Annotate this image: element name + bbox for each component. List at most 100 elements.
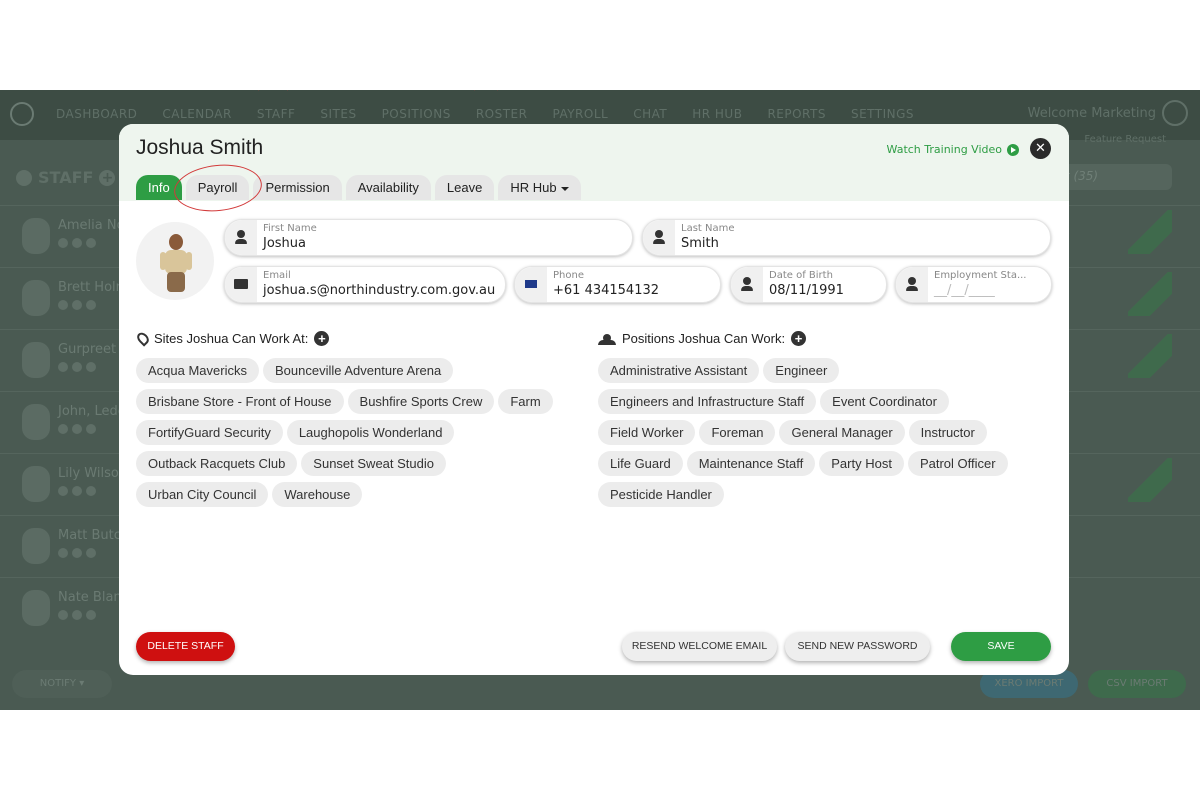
map-pin-icon xyxy=(134,330,152,347)
send-new-password-button[interactable]: SEND NEW PASSWORD xyxy=(785,632,930,661)
australia-flag-icon[interactable] xyxy=(515,267,547,302)
save-button[interactable]: SAVE xyxy=(951,632,1051,661)
site-chip[interactable]: Warehouse xyxy=(272,482,363,507)
status-icons xyxy=(58,424,96,434)
delete-staff-button[interactable]: DELETE STAFF xyxy=(136,632,235,661)
first-name-value: Joshua xyxy=(263,236,307,251)
nav-settings[interactable]: SETTINGS xyxy=(851,107,914,121)
nav-chat[interactable]: CHAT xyxy=(633,107,667,121)
site-chip[interactable]: Urban City Council xyxy=(136,482,269,507)
nav-dashboard[interactable]: DASHBOARD xyxy=(56,107,137,121)
position-chip[interactable]: Maintenance Staff xyxy=(686,451,816,476)
avatar[interactable] xyxy=(136,222,214,300)
first-name-field[interactable]: First Name Joshua xyxy=(224,219,633,256)
sites-heading: Sites Joshua Can Work At: + xyxy=(134,330,330,347)
tab-permission[interactable]: Permission xyxy=(253,175,342,200)
feature-request-link[interactable]: Feature Request xyxy=(1084,134,1166,145)
employment-start-label: Employment Sta... xyxy=(934,270,1027,281)
nav-reports[interactable]: REPORTS xyxy=(767,107,826,121)
email-label: Email xyxy=(263,270,291,281)
employment-start-field[interactable]: Employment Sta... __/__/____ xyxy=(895,266,1052,303)
site-chip[interactable]: Sunset Sweat Studio xyxy=(301,451,446,476)
person-icon xyxy=(896,267,928,302)
position-chip[interactable]: Engineers and Infrastructure Staff xyxy=(598,389,817,414)
site-chip[interactable]: Bushfire Sports Crew xyxy=(347,389,495,414)
position-chip[interactable]: General Manager xyxy=(779,420,905,445)
site-chip[interactable]: Acqua Mavericks xyxy=(136,358,259,383)
dob-label: Date of Birth xyxy=(769,270,833,281)
staff-name: Nate Blan xyxy=(58,590,122,605)
add-staff-icon[interactable]: + xyxy=(99,169,116,186)
csv-import-button[interactable]: CSV IMPORT xyxy=(1088,670,1186,698)
email-field[interactable]: Email joshua.s@northindustry.com.gov.au xyxy=(224,266,506,303)
site-chip[interactable]: Laughopolis Wonderland xyxy=(286,420,455,445)
staff-name: Lily Wilson xyxy=(58,466,128,481)
site-chip[interactable]: Bounceville Adventure Arena xyxy=(262,358,454,383)
last-name-label: Last Name xyxy=(681,223,735,234)
nav-payroll[interactable]: PAYROLL xyxy=(552,107,608,121)
status-icons xyxy=(58,486,96,496)
position-chip[interactable]: Party Host xyxy=(819,451,904,476)
app-logo-icon xyxy=(10,102,34,126)
phone-field[interactable]: Phone +61 434154132 xyxy=(514,266,721,303)
status-icons xyxy=(58,362,96,372)
tab-availability[interactable]: Availability xyxy=(345,175,431,200)
nav-staff[interactable]: STAFF xyxy=(257,107,296,121)
phone-label: Phone xyxy=(553,270,584,281)
sites-chip-list: Acqua Mavericks Bounceville Adventure Ar… xyxy=(136,358,581,507)
add-site-icon[interactable]: + xyxy=(314,331,330,346)
user-account-icon[interactable] xyxy=(1162,100,1188,126)
site-chip[interactable]: Outback Racquets Club xyxy=(136,451,298,476)
person-icon xyxy=(225,220,257,255)
positions-heading: Positions Joshua Can Work: + xyxy=(598,331,807,346)
sites-heading-label: Sites Joshua Can Work At: xyxy=(154,331,309,346)
tab-hr-hub-label: HR Hub xyxy=(510,180,557,195)
position-chip[interactable]: Field Worker xyxy=(598,420,696,445)
staff-search-input[interactable]: rt (35) xyxy=(1052,164,1172,190)
nav-sites[interactable]: SITES xyxy=(320,107,356,121)
nav-positions[interactable]: POSITIONS xyxy=(382,107,451,121)
site-chip[interactable]: Brisbane Store - Front of House xyxy=(136,389,344,414)
caret-down-icon xyxy=(560,186,569,191)
status-ribbon xyxy=(1128,458,1172,502)
add-position-icon[interactable]: + xyxy=(791,331,807,346)
nav-roster[interactable]: ROSTER xyxy=(476,107,528,121)
tab-leave[interactable]: Leave xyxy=(434,175,495,200)
close-icon[interactable]: ✕ xyxy=(1030,138,1051,159)
date-of-birth-field[interactable]: Date of Birth 08/11/1991 xyxy=(730,266,887,303)
position-chip[interactable]: Event Coordinator xyxy=(820,389,949,414)
last-name-field[interactable]: Last Name Smith xyxy=(642,219,1051,256)
tab-hr-hub[interactable]: HR Hub xyxy=(498,175,581,200)
status-ribbon xyxy=(1128,334,1172,378)
avatar xyxy=(22,218,50,254)
position-chip[interactable]: Life Guard xyxy=(598,451,683,476)
staff-name: Gurpreet xyxy=(58,342,117,357)
annotation-circle xyxy=(171,160,265,216)
phone-value: +61 434154132 xyxy=(553,283,660,298)
staff-name: Brett Holn xyxy=(58,280,124,295)
position-chip[interactable]: Foreman xyxy=(699,420,776,445)
position-chip[interactable]: Administrative Assistant xyxy=(598,358,760,383)
status-icons xyxy=(58,300,96,310)
status-icons xyxy=(58,548,96,558)
avatar xyxy=(22,528,50,564)
position-chip[interactable]: Pesticide Handler xyxy=(598,482,724,507)
notify-button[interactable]: NOTIFY ▾ xyxy=(12,670,112,698)
site-chip[interactable]: Farm xyxy=(498,389,553,414)
position-chip[interactable]: Instructor xyxy=(908,420,987,445)
positions-heading-label: Positions Joshua Can Work: xyxy=(622,331,786,346)
nav-calendar[interactable]: CALENDAR xyxy=(162,107,231,121)
position-chip[interactable]: Engineer xyxy=(763,358,840,383)
modal-title: Joshua Smith xyxy=(136,136,264,159)
person-icon xyxy=(16,169,32,186)
group-icon xyxy=(598,333,616,345)
person-icon xyxy=(731,267,763,302)
resend-welcome-email-button[interactable]: RESEND WELCOME EMAIL xyxy=(622,632,777,661)
site-chip[interactable]: FortifyGuard Security xyxy=(136,420,283,445)
watch-training-video-link[interactable]: Watch Training Video xyxy=(887,143,1019,156)
nav-hr-hub[interactable]: HR HUB xyxy=(692,107,742,121)
person-icon xyxy=(643,220,675,255)
position-chip[interactable]: Patrol Officer xyxy=(907,451,1008,476)
staff-name: Matt Butc xyxy=(58,528,121,543)
last-name-value: Smith xyxy=(681,236,719,251)
